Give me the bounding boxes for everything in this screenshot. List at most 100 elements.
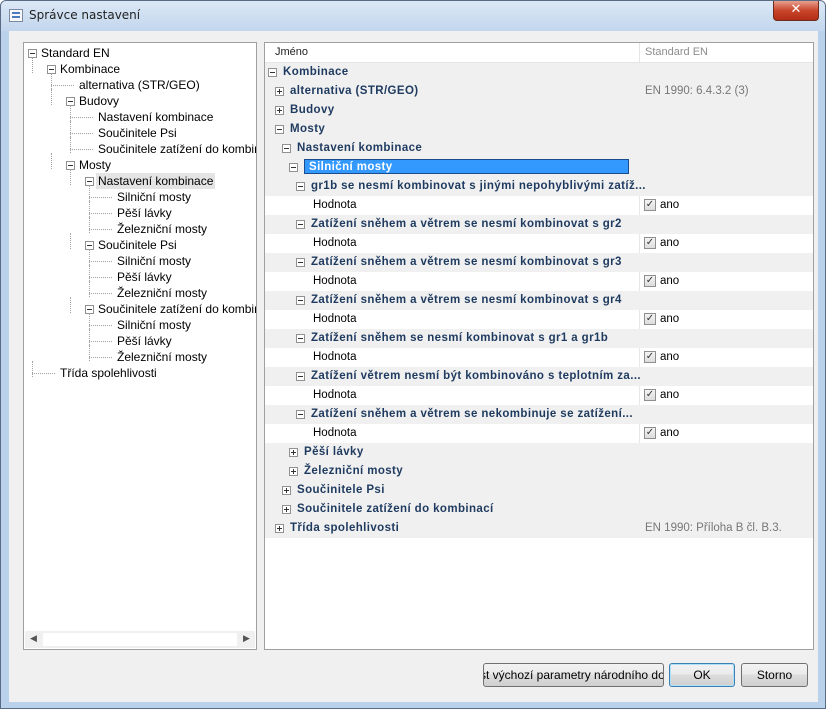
grid-category-row[interactable]: gr1b se nesmí kombinovat s jinými nepohy… bbox=[265, 177, 813, 196]
collapse-minus-icon[interactable] bbox=[296, 296, 305, 305]
property-grid[interactable]: Jméno Standard EN Kombinace alternativa (… bbox=[264, 42, 814, 650]
tree-connector-line bbox=[32, 373, 55, 374]
tree-item[interactable]: Nastavení kombinace bbox=[96, 173, 216, 189]
collapse-minus-icon[interactable] bbox=[296, 182, 305, 191]
collapse-minus-icon[interactable] bbox=[268, 68, 277, 77]
title-bar[interactable]: Správce nastavení ✕ bbox=[1, 1, 825, 31]
tree-item[interactable]: Pěší lávky bbox=[117, 333, 172, 349]
grid-category-row[interactable]: Zatížení sněhem se nesmí kombinovat s gr… bbox=[265, 329, 813, 348]
settings-tree[interactable]: ◀ ▶ Standard EN Kombinace alternativa (STR… bbox=[23, 42, 257, 650]
tree-item[interactable]: Mosty bbox=[79, 157, 111, 173]
expand-plus-icon[interactable] bbox=[282, 486, 291, 495]
expand-plus-icon[interactable] bbox=[275, 87, 284, 96]
value-checkbox[interactable]: ✓ bbox=[644, 199, 656, 211]
collapse-minus-icon[interactable] bbox=[296, 372, 305, 381]
tree-connector-line bbox=[89, 213, 112, 214]
load-national-defaults-button[interactable]: Číst výchozí parametry národního dokumen… bbox=[483, 663, 664, 687]
value-text: ano bbox=[660, 389, 680, 401]
grid-value-row[interactable]: Hodnota ✓ ano bbox=[265, 310, 813, 329]
grid-value-row[interactable]: Hodnota ✓ ano bbox=[265, 386, 813, 405]
grid-category-row[interactable]: Budovy bbox=[265, 101, 813, 120]
grid-category-row[interactable]: Silniční mosty bbox=[265, 158, 813, 177]
value-checkbox[interactable]: ✓ bbox=[644, 237, 656, 249]
grid-row-label: Budovy bbox=[290, 104, 335, 116]
tree-horizontal-scrollbar[interactable]: ◀ ▶ bbox=[25, 631, 255, 648]
close-button[interactable]: ✕ bbox=[773, 1, 819, 21]
column-header-name[interactable]: Jméno bbox=[275, 46, 308, 58]
grid-category-row[interactable]: Součinitele Psi bbox=[265, 481, 813, 500]
grid-category-row[interactable]: Zatížení sněhem a větrem se nesmí kombin… bbox=[265, 291, 813, 310]
ok-button[interactable]: OK bbox=[669, 663, 735, 687]
value-column-separator bbox=[639, 348, 640, 367]
tree-item[interactable]: Budovy bbox=[79, 93, 119, 109]
grid-category-row[interactable]: alternativa (STR/GEO) EN 1990: 6.4.3.2 (3… bbox=[265, 82, 813, 101]
grid-category-row[interactable]: Nastavení kombinace bbox=[265, 139, 813, 158]
tree-item[interactable]: Železniční mosty bbox=[117, 285, 207, 301]
grid-category-row[interactable]: Mosty bbox=[265, 120, 813, 139]
column-separator[interactable] bbox=[639, 43, 640, 62]
collapse-minus-icon[interactable] bbox=[296, 410, 305, 419]
tree-item[interactable]: Silniční mosty bbox=[117, 317, 191, 333]
expand-plus-icon[interactable] bbox=[282, 505, 291, 514]
collapse-minus-icon[interactable] bbox=[296, 258, 305, 267]
tree-connector-line bbox=[89, 293, 112, 294]
value-checkbox[interactable]: ✓ bbox=[644, 389, 656, 401]
grid-value-row[interactable]: Hodnota ✓ ano bbox=[265, 196, 813, 215]
tree-item[interactable]: Pěší lávky bbox=[117, 205, 172, 221]
tree-item[interactable]: Součinitele zatížení do kombinac bbox=[98, 141, 256, 157]
grid-category-row[interactable]: Železniční mosty bbox=[265, 462, 813, 481]
tree-item[interactable]: Součinitele Psi bbox=[98, 237, 177, 253]
collapse-minus-icon[interactable] bbox=[296, 220, 305, 229]
value-checkbox[interactable]: ✓ bbox=[644, 351, 656, 363]
column-header-standard[interactable]: Standard EN bbox=[645, 46, 708, 58]
expand-plus-icon[interactable] bbox=[275, 106, 284, 115]
tree-item[interactable]: Součinitele zatížení do kombinac bbox=[98, 301, 256, 317]
grid-category-row[interactable]: Součinitele zatížení do kombinací bbox=[265, 500, 813, 519]
scroll-right-arrow-icon[interactable]: ▶ bbox=[238, 631, 255, 648]
tree-item[interactable]: Součinitele Psi bbox=[98, 125, 177, 141]
tree-item[interactable]: Nastavení kombinace bbox=[98, 109, 213, 125]
tree-item[interactable]: Silniční mosty bbox=[117, 189, 191, 205]
expand-plus-icon[interactable] bbox=[289, 467, 298, 476]
property-name: Hodnota bbox=[313, 199, 357, 211]
tree-item[interactable]: Železniční mosty bbox=[117, 349, 207, 365]
grid-category-row[interactable]: Zatížení sněhem a větrem se nesmí kombin… bbox=[265, 253, 813, 272]
grid-row-label: Mosty bbox=[290, 123, 326, 135]
grid-row-label: Silniční mosty bbox=[304, 159, 629, 174]
value-checkbox[interactable]: ✓ bbox=[644, 313, 656, 325]
grid-value-row[interactable]: Hodnota ✓ ano bbox=[265, 272, 813, 291]
grid-category-row[interactable]: Zatížení sněhem a větrem se nekombinuje … bbox=[265, 405, 813, 424]
grid-header: Jméno Standard EN bbox=[265, 43, 813, 63]
tree-guide-line bbox=[89, 185, 90, 201]
expand-plus-icon[interactable] bbox=[275, 524, 284, 533]
grid-category-row[interactable]: Zatížení větrem nesmí být kombinováno s … bbox=[265, 367, 813, 386]
cancel-button[interactable]: Storno bbox=[741, 663, 808, 687]
value-checkbox[interactable]: ✓ bbox=[644, 275, 656, 287]
collapse-minus-icon[interactable] bbox=[296, 334, 305, 343]
property-name: Hodnota bbox=[313, 427, 357, 439]
grid-category-row[interactable]: Zatížení sněhem a větrem se nesmí kombin… bbox=[265, 215, 813, 234]
grid-category-row[interactable]: Třída spolehlivosti EN 1990: Příloha B čl… bbox=[265, 519, 813, 538]
tree-item[interactable]: Pěší lávky bbox=[117, 269, 172, 285]
tree-item[interactable]: Silniční mosty bbox=[117, 253, 191, 269]
tree-item[interactable]: alternativa (STR/GEO) bbox=[79, 77, 200, 93]
grid-category-row[interactable]: Kombinace bbox=[265, 63, 813, 82]
grid-row-label: Železniční mosty bbox=[304, 465, 404, 477]
grid-category-row[interactable]: Pěší lávky bbox=[265, 443, 813, 462]
scroll-left-arrow-icon[interactable]: ◀ bbox=[25, 631, 42, 648]
scrollbar-thumb[interactable] bbox=[43, 633, 237, 646]
value-checkbox[interactable]: ✓ bbox=[644, 427, 656, 439]
collapse-minus-icon[interactable] bbox=[282, 144, 291, 153]
window-title: Správce nastavení bbox=[29, 8, 141, 22]
tree-item[interactable]: Třída spolehlivosti bbox=[60, 365, 157, 381]
collapse-minus-icon[interactable] bbox=[289, 163, 298, 172]
tree-item[interactable]: Železniční mosty bbox=[117, 221, 207, 237]
grid-value-row[interactable]: Hodnota ✓ ano bbox=[265, 424, 813, 443]
tree-item[interactable]: Standard EN bbox=[41, 45, 110, 61]
expand-plus-icon[interactable] bbox=[289, 448, 298, 457]
collapse-minus-icon[interactable] bbox=[275, 125, 284, 134]
grid-value-row[interactable]: Hodnota ✓ ano bbox=[265, 348, 813, 367]
grid-value-row[interactable]: Hodnota ✓ ano bbox=[265, 234, 813, 253]
tree-guide-line bbox=[70, 233, 71, 249]
tree-item[interactable]: Kombinace bbox=[60, 61, 120, 77]
